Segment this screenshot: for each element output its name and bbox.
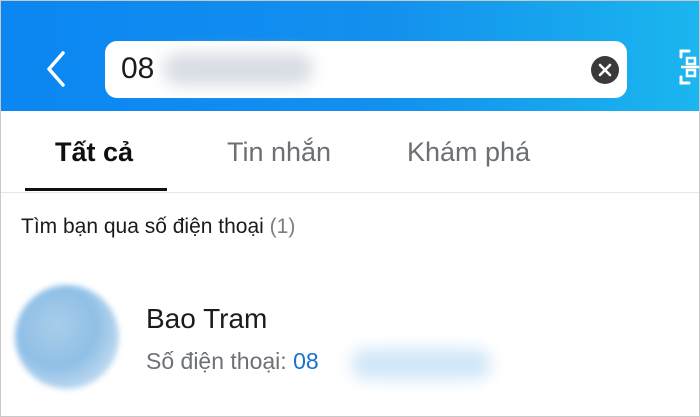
- search-redaction: [163, 53, 313, 85]
- app-screen: Tất cả Tin nhắn Khám phá Tìm bạn qua số …: [0, 0, 700, 417]
- clear-x-icon: [598, 63, 612, 77]
- contact-phone: Số điện thoại: 08: [146, 348, 319, 375]
- qr-scan-button[interactable]: [677, 45, 699, 89]
- contact-result-row[interactable]: Bao Tram Số điện thoại: 08: [1, 271, 699, 401]
- search-tabs: Tất cả Tin nhắn Khám phá: [1, 111, 699, 193]
- contact-name: Bao Tram: [146, 303, 268, 334]
- qr-scan-icon: [679, 49, 699, 85]
- section-title: Tìm bạn qua số điện thoại (1): [21, 215, 295, 239]
- clear-button[interactable]: [591, 56, 619, 84]
- section-count: (1): [269, 215, 296, 238]
- back-button[interactable]: [37, 47, 77, 91]
- tab-explore[interactable]: Khám phá: [407, 137, 530, 168]
- phone-redaction: [351, 349, 491, 379]
- avatar: [15, 285, 119, 389]
- section-title-text: Tìm bạn qua số điện thoại: [21, 215, 264, 238]
- phone-label: Số điện thoại:: [146, 348, 287, 374]
- tab-all[interactable]: Tất cả: [55, 137, 133, 168]
- chevron-left-icon: [47, 51, 65, 87]
- active-tab-indicator: [25, 188, 167, 191]
- search-header: [1, 1, 699, 111]
- tab-messages[interactable]: Tin nhắn: [227, 137, 331, 168]
- search-box: [105, 41, 627, 98]
- phone-value: 08: [293, 348, 319, 374]
